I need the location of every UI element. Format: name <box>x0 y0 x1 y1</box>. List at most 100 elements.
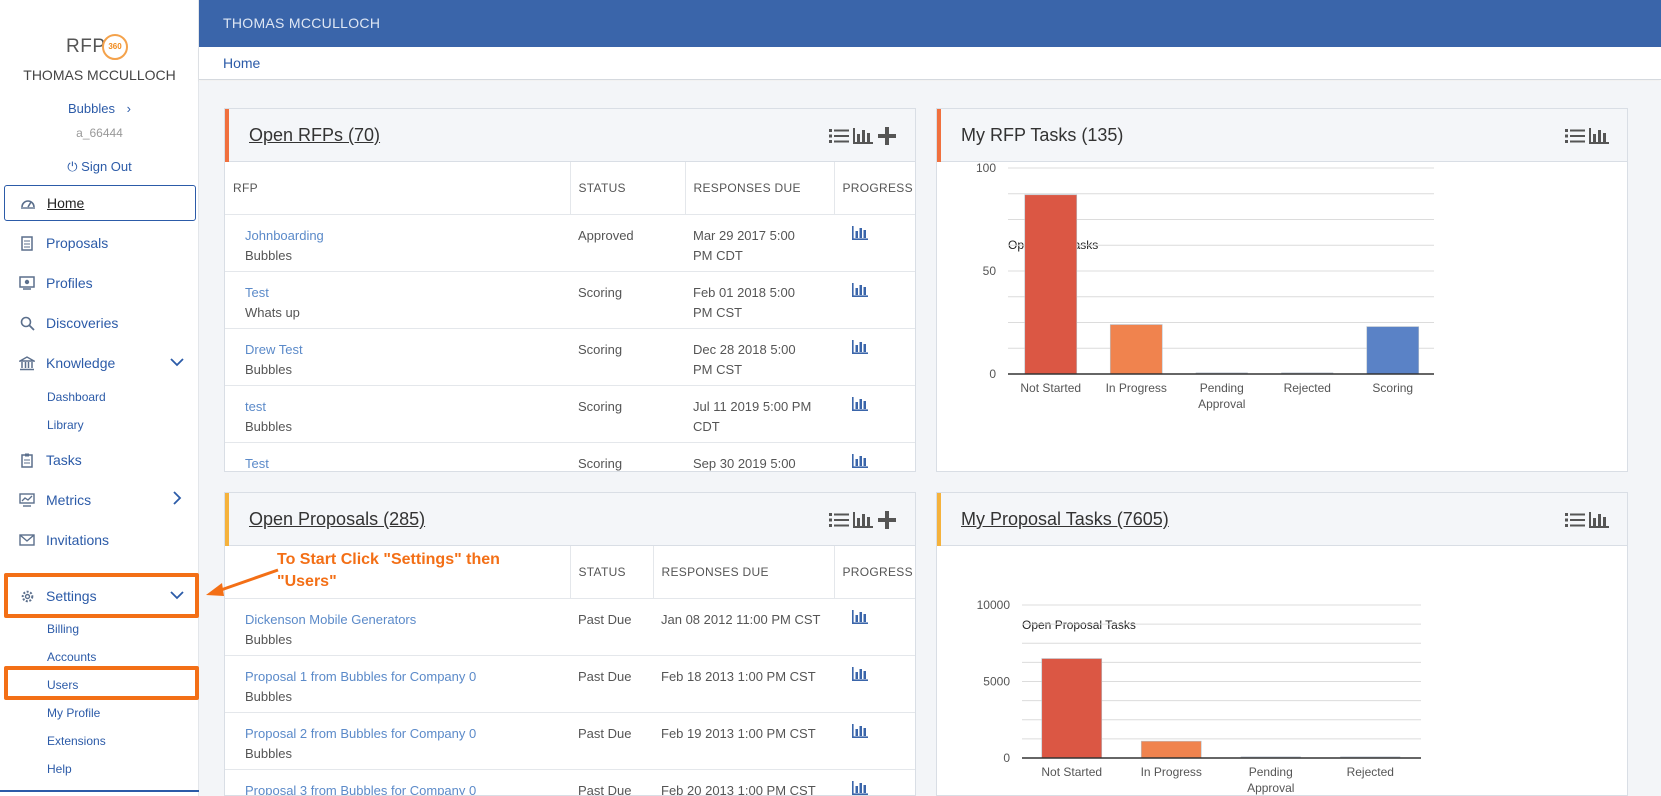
table-row[interactable]: Drew Test Bubbles Scoring Dec 28 2018 5:00 P… <box>225 328 915 386</box>
list-view-icon[interactable] <box>829 126 849 146</box>
open-rfps-title[interactable]: Open RFPs (70) <box>249 125 380 146</box>
sidebar-subitem-my-profile[interactable]: My Profile <box>47 706 100 720</box>
power-icon: ⏻ <box>67 159 78 174</box>
sidebar-item-proposals[interactable]: Proposals <box>4 225 196 261</box>
document-icon <box>18 234 36 252</box>
sidebar-item-metrics[interactable]: Metrics <box>4 482 196 518</box>
row-title-link[interactable]: Johnboarding <box>245 226 570 246</box>
sidebar-item-knowledge[interactable]: Knowledge <box>4 345 196 381</box>
progress-chart-icon[interactable] <box>852 609 868 624</box>
column-header-responses-due[interactable]: RESPONSES DUE <box>684 162 834 215</box>
row-company: Bubbles <box>245 247 292 263</box>
sign-out-link[interactable]: ⏻ Sign Out <box>0 159 199 175</box>
rfp360-logo[interactable]: RFP 360 <box>66 34 130 62</box>
sidebar-subitem-dashboard[interactable]: Dashboard <box>47 390 106 404</box>
sidebar-subitem-accounts[interactable]: Accounts <box>47 650 96 664</box>
row-due-line-1: Jan 08 2012 11:00 PM CST <box>661 611 821 627</box>
bar-chart-icon[interactable] <box>1589 126 1609 146</box>
panel-tools <box>829 510 897 530</box>
x-tick-label: Scoring <box>1372 381 1413 395</box>
row-due-line-2: PM CST <box>693 304 743 320</box>
sidebar-subitem-help[interactable]: Help <box>47 762 72 776</box>
bank-icon <box>18 354 36 372</box>
table-row[interactable]: Proposal 3 from Bubbles for Company 0 Pas… <box>225 769 915 796</box>
table-row[interactable]: Dickenson Mobile Generators Bubbles Past D… <box>225 598 915 656</box>
row-status: Past Due <box>570 598 653 656</box>
open-rfps-panel: Open RFPs (70) RFP STATUS RESPONSES DUE … <box>224 108 916 472</box>
row-due-line-2: PM CDT <box>693 247 743 263</box>
sidebar-item-home[interactable]: Home <box>4 185 196 221</box>
row-title-link[interactable]: Test <box>245 454 570 472</box>
breadcrumb: Home <box>199 47 1661 80</box>
list-view-icon[interactable] <box>829 510 849 530</box>
column-header-status[interactable]: STATUS <box>569 162 685 215</box>
bar-chart-icon[interactable] <box>853 510 873 530</box>
sidebar-item-tasks[interactable]: Tasks <box>4 442 196 478</box>
sidebar-item-invitations[interactable]: Invitations <box>4 522 196 558</box>
row-title-link[interactable]: Test <box>245 283 570 303</box>
bar-not-started <box>1041 658 1103 759</box>
panel-accent <box>937 109 941 162</box>
sidebar-item-label: Tasks <box>46 452 82 468</box>
y-tick-label: 0 <box>989 367 996 381</box>
column-header-progress[interactable]: PROGRESS <box>833 546 915 599</box>
progress-chart-icon[interactable] <box>852 339 868 354</box>
progress-chart-icon[interactable] <box>852 225 868 240</box>
sidebar-item-label: Knowledge <box>46 355 116 371</box>
bar-chart-icon[interactable] <box>1589 510 1609 530</box>
annotation-callout: To Start Click "Settings" then "Users" <box>277 549 547 593</box>
chevron-right-icon[interactable] <box>168 491 186 509</box>
row-title-link[interactable]: Dickenson Mobile Generators <box>245 610 570 630</box>
progress-chart-icon[interactable] <box>852 723 868 738</box>
row-title-link[interactable]: Proposal 1 from Bubbles for Company 0 <box>245 667 570 687</box>
progress-chart-icon[interactable] <box>852 396 868 411</box>
sidebar-subitem-library[interactable]: Library <box>47 418 84 432</box>
table-row[interactable]: Johnboarding Bubbles Approved Mar 29 2017 5… <box>225 214 915 272</box>
table-row[interactable]: Proposal 2 from Bubbles for Company 0 Bub… <box>225 712 915 770</box>
row-title-link[interactable]: Proposal 3 from Bubbles for Company 0 <box>245 781 570 796</box>
my-proposal-tasks-title[interactable]: My Proposal Tasks (7605) <box>961 509 1169 530</box>
row-title-link[interactable]: Drew Test <box>245 340 570 360</box>
list-view-icon[interactable] <box>1565 510 1585 530</box>
chevron-down-icon[interactable] <box>168 354 186 372</box>
table-row[interactable]: Test Scoring Sep 30 2019 5:00 <box>225 442 915 472</box>
row-due-line-2: PM CST <box>693 361 743 377</box>
row-name-cell: Drew Test Bubbles <box>225 328 570 386</box>
bar-chart-icon[interactable] <box>853 126 873 146</box>
progress-chart-icon[interactable] <box>852 453 868 468</box>
sidebar-item-profiles[interactable]: Profiles <box>4 265 196 301</box>
row-name-cell: Proposal 3 from Bubbles for Company 0 <box>225 769 570 796</box>
panel-header: Open Proposals (285) <box>225 493 915 546</box>
panel-accent <box>937 493 941 546</box>
breadcrumb-home[interactable]: Home <box>223 55 260 71</box>
bar-in-progress <box>1109 324 1163 375</box>
row-due-line-1: Jul 11 2019 5:00 PM <box>693 398 812 414</box>
column-header-responses-due[interactable]: RESPONSES DUE <box>652 546 834 599</box>
column-header-rfp[interactable]: RFP <box>225 162 570 215</box>
panel-header: My RFP Tasks (135) <box>937 109 1627 162</box>
table-row[interactable]: test Bubbles Scoring Jul 11 2019 5:00 PM CDT <box>225 385 915 443</box>
sidebar-subitem-extensions[interactable]: Extensions <box>47 734 106 748</box>
row-title-link[interactable]: Proposal 2 from Bubbles for Company 0 <box>245 724 570 744</box>
add-icon[interactable] <box>877 510 897 530</box>
progress-chart-icon[interactable] <box>852 666 868 681</box>
open-proposals-title[interactable]: Open Proposals (285) <box>249 509 425 530</box>
progress-chart-icon[interactable] <box>852 780 868 795</box>
list-view-icon[interactable] <box>1565 126 1585 146</box>
table-row[interactable]: Proposal 1 from Bubbles for Company 0 Bub… <box>225 655 915 713</box>
sidebar-subitem-billing[interactable]: Billing <box>47 622 79 636</box>
open-proposals-panel: Open Proposals (285) STATUS RESPONSES DU… <box>224 492 916 796</box>
column-header-status[interactable]: STATUS <box>569 546 653 599</box>
sidebar-item-discoveries[interactable]: Discoveries <box>4 305 196 341</box>
row-name-cell: Test Whats up <box>225 271 570 329</box>
row-status: Scoring <box>570 385 685 443</box>
account-switcher[interactable]: Bubbles › <box>0 101 199 116</box>
progress-chart-icon[interactable] <box>852 282 868 297</box>
row-due-line-2: CDT <box>693 418 720 434</box>
add-icon[interactable] <box>877 126 897 146</box>
column-header-progress[interactable]: PROGRESS <box>833 162 915 215</box>
row-title-link[interactable]: test <box>245 397 570 417</box>
row-company: Bubbles <box>245 688 292 704</box>
row-due-cell: Dec 28 2018 5:00 PM CST <box>685 328 834 386</box>
table-row[interactable]: Test Whats up Scoring Feb 01 2018 5:00 PM CS… <box>225 271 915 329</box>
